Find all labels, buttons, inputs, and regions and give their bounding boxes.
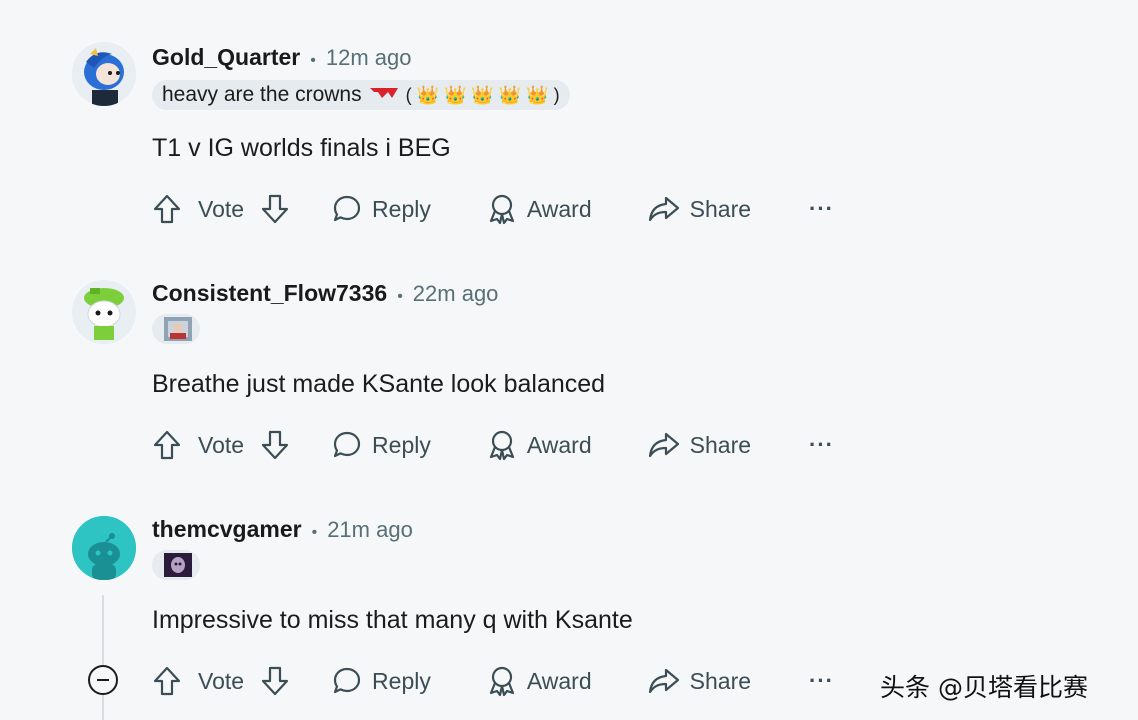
watermark: 头条 @贝塔看比赛 [880,673,1088,702]
reply-button[interactable]: Reply [332,430,431,460]
username[interactable]: Gold_Quarter [152,44,300,71]
timestamp[interactable]: 22m ago [413,281,499,307]
reply-label: Reply [372,195,431,222]
timestamp[interactable]: 21m ago [327,517,413,543]
separator-dot: • [310,52,316,69]
vote-label: Vote [198,431,245,458]
downvote-icon[interactable] [260,429,290,461]
flair-image [164,317,192,341]
collapse-thread-button[interactable] [88,665,118,695]
reply-label: Reply [372,667,431,694]
vote-group: Vote [152,193,290,225]
minus-icon [97,679,109,681]
comment-header: Gold_Quarter • 12m ago [152,44,412,71]
share-icon [648,668,679,694]
upvote-icon[interactable] [152,429,182,461]
comment-body: Breathe just made KSante look balanced [152,370,606,398]
vote-label: Vote [198,667,245,694]
reply-button[interactable]: Reply [332,194,431,224]
share-label: Share [689,195,752,222]
award-label: Award [526,431,592,458]
comment-actions: Vote Reply Award Share ··· [152,189,834,229]
comment-header: Consistent_Flow7336 • 22m ago [152,280,498,307]
vote-group: Vote [152,429,290,461]
flair-text: heavy are the crowns [162,83,362,106]
share-icon [648,196,679,222]
downvote-icon[interactable] [260,665,290,697]
user-flair [152,314,200,344]
comment-header: themcvgamer • 21m ago [152,516,413,543]
share-label: Share [689,667,752,694]
award-icon [489,666,514,697]
award-icon [489,194,514,225]
t1-logo-icon [368,83,400,107]
share-icon [648,432,679,458]
upvote-icon[interactable] [152,193,182,225]
more-options-button[interactable]: ··· [809,668,834,694]
comment-actions: Vote Reply Award Share ··· [152,661,834,701]
share-button[interactable]: Share [648,430,751,460]
more-options-button[interactable]: ··· [809,196,834,222]
award-label: Award [526,667,592,694]
thread-line[interactable] [102,595,104,720]
comment-body: Impressive to miss that many q with Ksan… [152,606,633,634]
reply-icon [333,195,361,222]
username[interactable]: Consistent_Flow7336 [152,280,387,307]
award-button[interactable]: Award [487,429,592,461]
more-options-button[interactable]: ··· [809,432,834,458]
share-button[interactable]: Share [648,194,751,224]
award-button[interactable]: Award [487,665,592,697]
avatar[interactable] [72,280,136,344]
award-label: Award [526,195,592,222]
avatar[interactable] [72,42,136,106]
reply-label: Reply [372,431,431,458]
comment-actions: Vote Reply Award Share ··· [152,425,834,465]
separator-dot: • [397,288,403,305]
avatar[interactable] [72,516,136,580]
comment-body: T1 v IG worlds finals i BEG [152,134,451,162]
timestamp[interactable]: 12m ago [326,45,412,71]
downvote-icon[interactable] [260,193,290,225]
user-flair [152,550,200,580]
username[interactable]: themcvgamer [152,516,302,543]
separator-dot: • [311,524,318,541]
flair-image [164,553,192,577]
award-button[interactable]: Award [487,193,592,225]
upvote-icon[interactable] [152,665,182,697]
award-icon [489,430,514,461]
reply-icon [333,667,361,694]
vote-group: Vote [152,665,290,697]
reply-icon [333,431,361,458]
share-label: Share [689,431,752,458]
vote-label: Vote [198,195,245,222]
user-flair: heavy are the crowns ( 👑 👑 👑 👑 👑 ) [152,80,570,110]
reply-button[interactable]: Reply [332,666,431,696]
crowns-icons: ( 👑 👑 👑 👑 👑 ) [405,84,560,105]
share-button[interactable]: Share [648,666,751,696]
